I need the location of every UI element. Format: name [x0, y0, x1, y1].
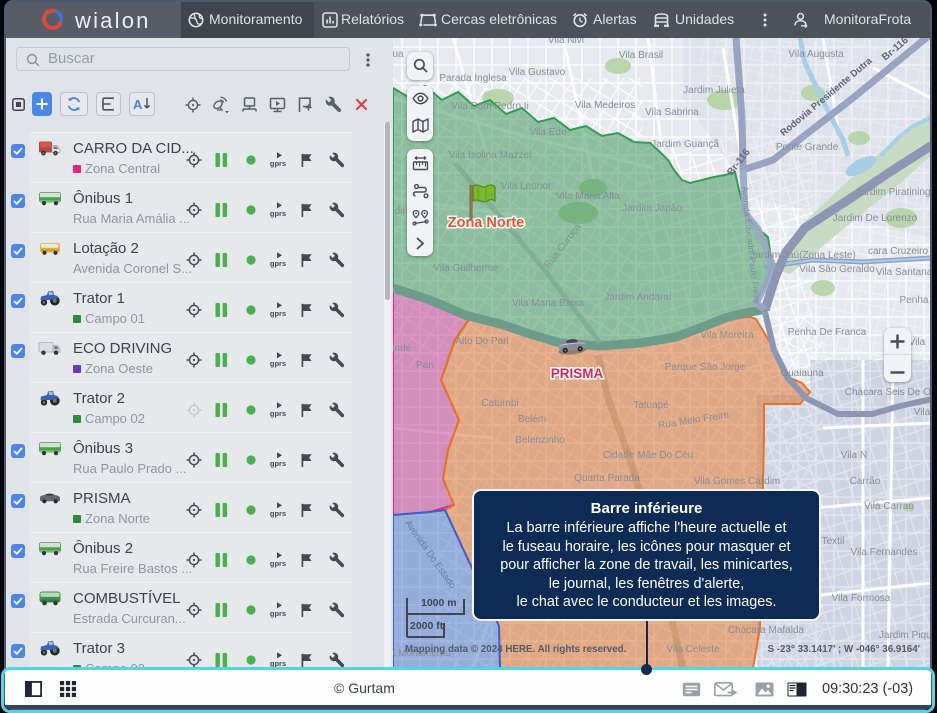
- svg-text:Vila Guilherme: Vila Guilherme: [433, 263, 499, 274]
- svg-text:Vila: Vila: [914, 407, 931, 418]
- svg-text:Vila Maria Baixa: Vila Maria Baixa: [512, 298, 585, 309]
- svg-text:Pari: Pari: [416, 360, 434, 371]
- svg-text:Vila Fernandes: Vila Fernandes: [850, 547, 917, 558]
- svg-text:Alto Do Pari: Alto Do Pari: [455, 336, 508, 347]
- svg-text:Vila São Geraldo: Vila São Geraldo: [799, 264, 875, 275]
- svg-text:Penha De Franca: Penha De Franca: [788, 327, 867, 338]
- svg-text:S -23° 33.1417' ; W -046° 36.9: S -23° 33.1417' ; W -046° 36.9164': [768, 644, 920, 655]
- svg-text:Jardim Jaú(Zona Leste): Jardim Jaú(Zona Leste): [750, 250, 856, 261]
- svg-text:gprs: gprs: [270, 309, 286, 318]
- svg-text:Vila Gomes Cardim: Vila Gomes Cardim: [694, 476, 781, 487]
- svg-text:Vila: Vila: [909, 337, 926, 348]
- svg-text:gprs: gprs: [270, 209, 286, 218]
- svg-text:Textil: Textil: [822, 536, 845, 547]
- svg-text:Jardim Andaraí: Jardim Andaraí: [604, 292, 671, 303]
- svg-text:Vila N: Vila N: [841, 450, 868, 461]
- svg-text:cara Cruzeiro D: cara Cruzeiro D: [868, 246, 931, 257]
- svg-text:gprs: gprs: [270, 509, 286, 518]
- svg-text:gprs: gprs: [270, 159, 286, 168]
- svg-text:gprs: gprs: [270, 609, 286, 618]
- svg-text:Zona Norte: Zona Norte: [448, 215, 525, 231]
- svg-text:Quarta Parada: Quarta Parada: [574, 473, 640, 484]
- svg-text:Vila Dom Pedro Ii: Vila Dom Pedro Ii: [451, 101, 529, 112]
- svg-text:gprs: gprs: [270, 459, 286, 468]
- svg-text:gprs: gprs: [270, 559, 286, 568]
- svg-text:Parada Inglesa: Parada Inglesa: [439, 73, 507, 84]
- svg-text:Ponte Grande: Ponte Grande: [776, 142, 839, 153]
- svg-text:PRISMA: PRISMA: [551, 366, 604, 381]
- svg-text:Mapping data © 2024 HERE. All: Mapping data © 2024 HERE. All rights res…: [405, 644, 627, 655]
- svg-text:Vila Carrao: Vila Carrao: [864, 501, 914, 512]
- svg-text:Vila Gustavo: Vila Gustavo: [509, 67, 566, 78]
- svg-text:Vila Nivi: Vila Nivi: [548, 38, 584, 46]
- svg-text:Vila Leonor: Vila Leonor: [501, 181, 552, 192]
- svg-text:Jardim Julieta: Jardim Julieta: [683, 85, 745, 96]
- svg-text:Vila Sabrina: Vila Sabrina: [645, 107, 699, 118]
- svg-text:Jardim De Lorenzo: Jardim De Lorenzo: [833, 213, 918, 224]
- svg-text:Jardim Guançã: Jardim Guançã: [651, 139, 719, 150]
- svg-text:Vila Moreira: Vila Moreira: [700, 330, 754, 341]
- svg-text:Parque São Jorge: Parque São Jorge: [665, 362, 746, 373]
- svg-text:Guaiauna: Guaiauna: [780, 368, 824, 379]
- svg-text:Penha: Penha: [900, 295, 929, 306]
- svg-text:Vila Brasil: Vila Brasil: [619, 50, 663, 61]
- svg-text:nindé: nindé: [393, 343, 412, 354]
- svg-text:gprs: gprs: [270, 359, 286, 368]
- svg-text:Carrão: Carrão: [850, 476, 881, 487]
- svg-text:Chácara Mafalda: Chácara Mafalda: [728, 625, 805, 636]
- svg-text:Cidade Mãe Do Céu: Cidade Mãe Do Céu: [603, 450, 694, 461]
- svg-text:Vila Isolina Mazzei: Vila Isolina Mazzei: [449, 150, 532, 161]
- svg-text:gprs: gprs: [270, 409, 286, 418]
- svg-text:Vila Augusta: Vila Augusta: [788, 49, 844, 60]
- svg-text:gprs: gprs: [270, 259, 286, 268]
- svg-text:1000 m: 1000 m: [421, 597, 457, 609]
- svg-text:Vila Celeste: Vila Celeste: [666, 644, 720, 655]
- svg-text:Jardim Piratininga: Jardim Piratininga: [856, 187, 931, 198]
- svg-text:2000 ft: 2000 ft: [410, 620, 444, 632]
- svg-text:Vila Formosa: Vila Formosa: [832, 593, 891, 604]
- svg-text:Belém: Belém: [518, 414, 546, 425]
- svg-text:Vila Medeiros: Vila Medeiros: [575, 100, 635, 111]
- svg-text:Vila Santana: Vila Santana: [876, 267, 931, 278]
- svg-text:Catumbi: Catumbi: [481, 398, 518, 409]
- svg-text:Vila Ede: Vila Ede: [529, 127, 567, 138]
- svg-text:A: A: [133, 97, 143, 112]
- svg-text:Vila Maria Alta: Vila Maria Alta: [556, 191, 620, 202]
- svg-text:Chácara Seis De Out: Chácara Seis De Out: [845, 387, 931, 398]
- svg-text:Tatuapé: Tatuapé: [633, 400, 669, 411]
- svg-text:Belenzinho: Belenzinho: [515, 435, 565, 446]
- svg-text:Jardim Japão: Jardim Japão: [622, 203, 682, 214]
- svg-text:ua: ua: [393, 49, 404, 60]
- svg-text:Jardim Pique: Jardim Pique: [879, 630, 931, 641]
